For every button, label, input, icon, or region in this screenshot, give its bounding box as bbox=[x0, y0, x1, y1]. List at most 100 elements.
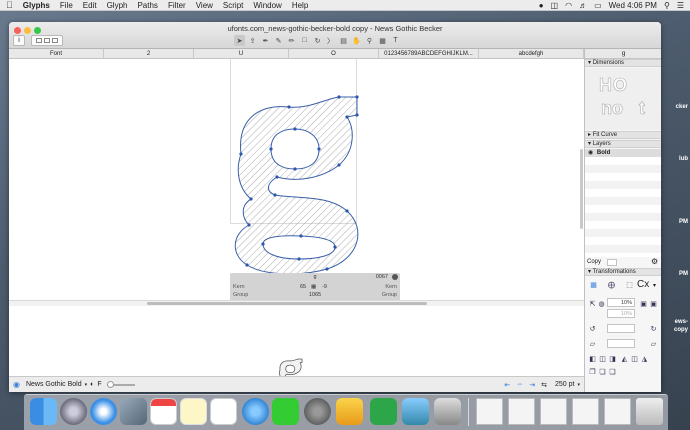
slant-field[interactable] bbox=[607, 339, 635, 348]
origin-grid-icon[interactable]: ▦ bbox=[589, 280, 598, 289]
airplay-icon[interactable]: ◫ bbox=[551, 1, 559, 10]
tab-u[interactable]: U bbox=[194, 49, 289, 58]
system-preferences-icon[interactable] bbox=[304, 398, 331, 425]
transform-tool-icon[interactable]: ⇪ bbox=[247, 35, 258, 46]
align-middle-icon[interactable]: ◫ bbox=[630, 354, 639, 363]
finder-icon[interactable] bbox=[30, 398, 57, 425]
slant-icon[interactable]: ▱ bbox=[588, 339, 597, 348]
messages-icon[interactable] bbox=[242, 398, 269, 425]
apple-menu-icon[interactable]:  bbox=[6, 0, 13, 10]
measure-tool-icon[interactable]: ▦ bbox=[377, 35, 388, 46]
width-value[interactable]: 1065 bbox=[230, 291, 400, 299]
reminders-icon[interactable] bbox=[210, 398, 237, 425]
text-tool-icon[interactable]: T bbox=[390, 35, 401, 46]
zoom-tool-icon[interactable]: ⚲ bbox=[364, 35, 375, 46]
launchpad-icon[interactable] bbox=[60, 398, 87, 425]
pin-icon[interactable]: ● bbox=[539, 1, 544, 10]
menu-edit[interactable]: Edit bbox=[83, 1, 97, 10]
battery-icon[interactable]: ▭ bbox=[594, 1, 602, 10]
rotate-ccw-icon[interactable]: ↺ bbox=[588, 324, 597, 333]
contrast-icon[interactable]: ◐ bbox=[90, 381, 94, 388]
preview-icon[interactable] bbox=[402, 398, 429, 425]
align-top-icon[interactable]: ◭ bbox=[620, 354, 629, 363]
transformations-header[interactable]: ▾ Transformations bbox=[585, 268, 661, 276]
hand-tool-icon[interactable]: ✋ bbox=[351, 35, 362, 46]
info-button[interactable]: i bbox=[13, 35, 25, 46]
minimized-window-3[interactable] bbox=[540, 398, 567, 425]
tab-2[interactable]: 2 bbox=[104, 49, 194, 58]
trash-icon[interactable] bbox=[636, 398, 663, 425]
calendar-icon[interactable] bbox=[150, 398, 177, 425]
align-left-icon[interactable]: ⇤ bbox=[504, 381, 510, 389]
scale-down-icon[interactable]: ▣ bbox=[649, 299, 658, 308]
rotate-tool-icon[interactable]: ↻ bbox=[312, 35, 323, 46]
align-center-icon[interactable]: ⇔ bbox=[516, 381, 523, 388]
safari-icon[interactable] bbox=[90, 398, 117, 425]
facetime-icon[interactable] bbox=[272, 398, 299, 425]
copy-button[interactable]: Copy bbox=[587, 259, 601, 265]
edit-canvas[interactable]: g 0067 Kern 65 ▦ -9 Kern Group 1065 Grou… bbox=[9, 59, 584, 301]
notes-icon[interactable] bbox=[180, 398, 207, 425]
flip-icon[interactable]: ⇆ bbox=[541, 381, 547, 389]
dimensions-header[interactable]: ▾ Dimensions bbox=[585, 59, 661, 67]
tab-abcdefgh[interactable]: abcdefgh bbox=[479, 49, 584, 58]
rsb-value[interactable]: -9 bbox=[322, 283, 327, 291]
union-icon[interactable]: ❐ bbox=[588, 367, 597, 376]
layers-header[interactable]: ▾ Layers bbox=[585, 140, 661, 148]
menu-window[interactable]: Window bbox=[253, 1, 281, 10]
layer-options-button[interactable] bbox=[607, 259, 617, 266]
clock[interactable]: Wed 4:06 PM bbox=[609, 1, 657, 10]
scale-icon[interactable]: ⇱ bbox=[588, 299, 597, 308]
font-dropdown-icon[interactable]: ▾ bbox=[85, 382, 88, 388]
preview-size-value[interactable]: 250 pt bbox=[555, 381, 574, 388]
scale-x-field[interactable]: 10% bbox=[607, 298, 635, 307]
preview-size-slider[interactable] bbox=[106, 380, 135, 388]
wifi-icon[interactable]: ◠ bbox=[565, 1, 572, 10]
minimized-window-2[interactable] bbox=[508, 398, 535, 425]
align-center-panel-icon[interactable]: ◫ bbox=[598, 354, 607, 363]
scale-up-icon[interactable]: ▣ bbox=[639, 299, 648, 308]
tab-font[interactable]: Font bbox=[9, 49, 104, 58]
menu-script[interactable]: Script bbox=[223, 1, 243, 10]
glyphs-app-icon[interactable] bbox=[370, 398, 397, 425]
brush-tool-icon[interactable]: ✏ bbox=[286, 35, 297, 46]
layer-gear-icon[interactable]: ⚙ bbox=[651, 257, 658, 266]
draw-tool-icon[interactable]: ✒ bbox=[260, 35, 271, 46]
align-right-panel-icon[interactable]: ◨ bbox=[608, 354, 617, 363]
menu-filter[interactable]: Filter bbox=[168, 1, 186, 10]
align-bottom-icon[interactable]: ◮ bbox=[640, 354, 649, 363]
mail-icon[interactable] bbox=[120, 398, 147, 425]
menu-help[interactable]: Help bbox=[292, 1, 308, 10]
align-left-panel-icon[interactable]: ◧ bbox=[588, 354, 597, 363]
align-right-icon[interactable]: ⇥ bbox=[529, 381, 535, 389]
scale-y-field[interactable]: 10% bbox=[607, 309, 635, 318]
layer-eye-icon[interactable]: ◉ bbox=[588, 150, 593, 156]
minimized-window-5[interactable] bbox=[604, 398, 631, 425]
menu-view[interactable]: View bbox=[196, 1, 213, 10]
view-mode-switch[interactable] bbox=[31, 35, 63, 46]
vertical-scroll-thumb[interactable] bbox=[580, 149, 583, 229]
pencil-tool-icon[interactable]: ✎ bbox=[273, 35, 284, 46]
select-tool-icon[interactable]: ➤ bbox=[234, 35, 245, 46]
menu-paths[interactable]: Paths bbox=[137, 1, 157, 10]
selection-box-icon[interactable]: ⬚ bbox=[625, 280, 634, 289]
fit-curve-header[interactable]: ▸ Fit Curve bbox=[585, 131, 661, 139]
eye-icon[interactable]: ◉ bbox=[13, 380, 20, 389]
tab-o[interactable]: O bbox=[289, 49, 379, 58]
lsb-value[interactable]: 65 bbox=[300, 283, 306, 291]
size-dropdown-icon[interactable]: ▾ bbox=[577, 382, 580, 388]
glyph-outline-g[interactable] bbox=[9, 59, 584, 300]
menu-glyph[interactable]: Glyph bbox=[107, 1, 128, 10]
intersect-icon[interactable]: ❑ bbox=[608, 367, 617, 376]
minimized-window-1[interactable] bbox=[476, 398, 503, 425]
slant-right-icon[interactable]: ▱ bbox=[649, 339, 658, 348]
horizontal-scroll-thumb[interactable] bbox=[147, 302, 427, 305]
component-tool-icon[interactable]: ▤ bbox=[338, 35, 349, 46]
pages-icon[interactable] bbox=[336, 398, 363, 425]
slider-knob[interactable] bbox=[106, 380, 114, 388]
minimized-window-4[interactable] bbox=[572, 398, 599, 425]
crosshair-icon[interactable]: ⨁ bbox=[607, 280, 616, 289]
layers-list[interactable] bbox=[585, 157, 661, 257]
volume-icon[interactable]: ♬ bbox=[579, 1, 587, 10]
app-menu[interactable]: Glyphs bbox=[23, 1, 50, 10]
